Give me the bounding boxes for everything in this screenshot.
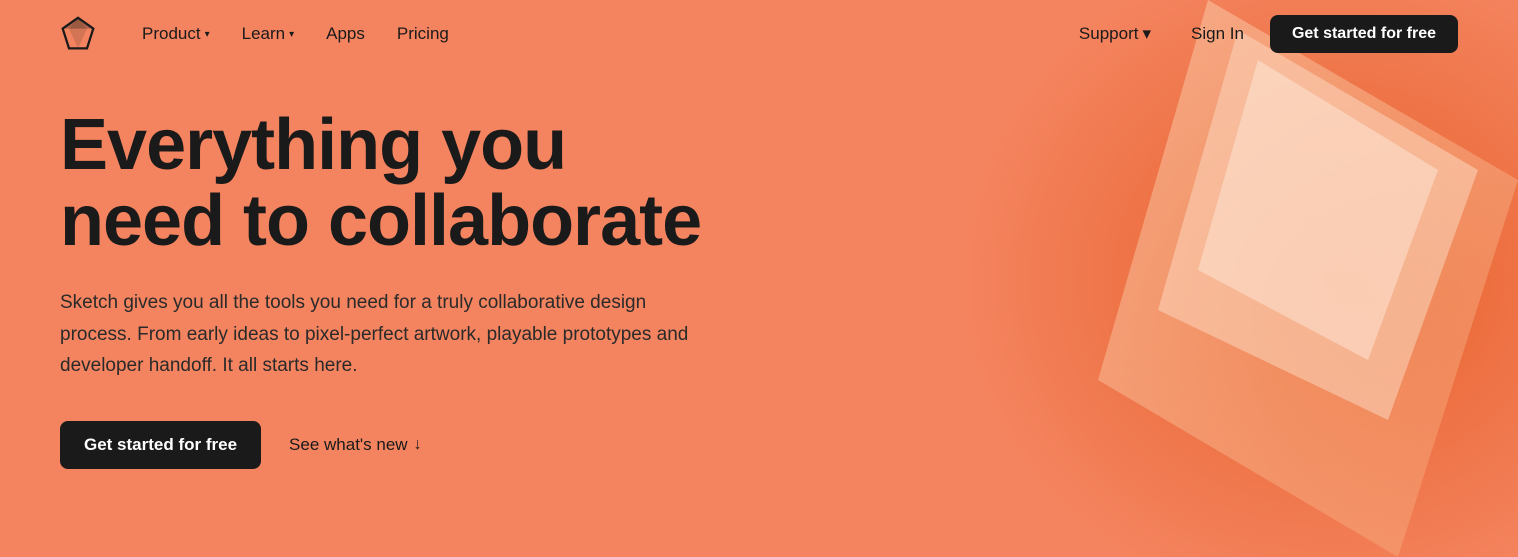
- hero-title: Everything you need to collaborate: [60, 108, 740, 259]
- hero-cta-button[interactable]: Get started for free: [60, 421, 261, 469]
- support-chevron-icon: ▾: [1142, 24, 1151, 44]
- see-whats-new-link[interactable]: See what's new ↓: [289, 435, 422, 455]
- nav-left: Product ▾ Learn ▾ Apps Pricing: [128, 16, 1065, 52]
- nav-right: Support ▾ Sign In Get started for free: [1065, 15, 1458, 53]
- geo-decoration: [898, 0, 1518, 557]
- nav-cta-button[interactable]: Get started for free: [1270, 15, 1458, 53]
- logo[interactable]: [60, 16, 96, 52]
- hero-section: Everything you need to collaborate Sketc…: [0, 68, 800, 469]
- learn-chevron-icon: ▾: [289, 29, 294, 40]
- nav-item-support[interactable]: Support ▾: [1065, 16, 1165, 52]
- nav-item-learn[interactable]: Learn ▾: [228, 16, 309, 52]
- nav-item-product[interactable]: Product ▾: [128, 16, 224, 52]
- navbar: Product ▾ Learn ▾ Apps Pricing Support ▾…: [0, 0, 1518, 68]
- sketch-logo-icon: [60, 16, 96, 52]
- page-wrapper: Product ▾ Learn ▾ Apps Pricing Support ▾…: [0, 0, 1518, 557]
- hero-actions: Get started for free See what's new ↓: [60, 421, 740, 469]
- arrow-down-icon: ↓: [414, 436, 422, 454]
- product-chevron-icon: ▾: [205, 29, 210, 40]
- nav-item-apps[interactable]: Apps: [312, 16, 379, 52]
- hero-subtitle: Sketch gives you all the tools you need …: [60, 287, 700, 381]
- sign-in-button[interactable]: Sign In: [1173, 16, 1262, 52]
- nav-item-pricing[interactable]: Pricing: [383, 16, 463, 52]
